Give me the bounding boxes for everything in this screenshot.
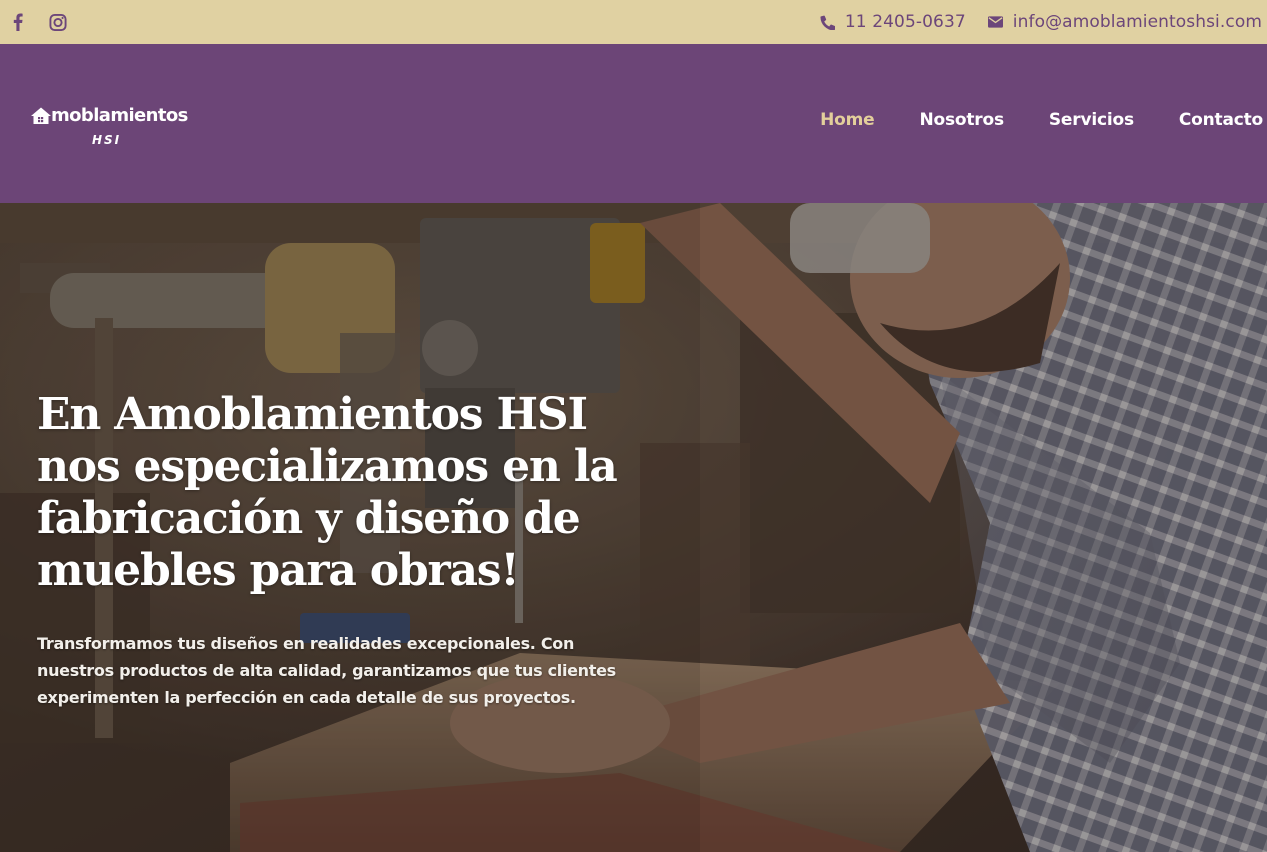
hero-section: En Amoblamientos HSI nos especializamos … — [0, 203, 1267, 852]
nav-item-nosotros[interactable]: Nosotros — [919, 110, 1004, 130]
nav-item-contacto[interactable]: Contacto — [1179, 110, 1263, 130]
facebook-icon[interactable] — [9, 12, 27, 32]
site-header: moblamientos HSI Home Nosotros Servicios… — [0, 44, 1267, 203]
phone-icon — [820, 14, 836, 30]
envelope-icon — [988, 14, 1004, 30]
instagram-icon[interactable] — [49, 12, 67, 32]
top-bar: 11 2405-0637 info@amoblamientoshsi.com — [0, 0, 1267, 44]
hero-content: En Amoblamientos HSI nos especializamos … — [37, 389, 647, 711]
social-links — [9, 12, 67, 32]
hero-description: Transformamos tus diseños en realidades … — [37, 634, 616, 707]
main-nav: Home Nosotros Servicios Contacto — [820, 110, 1263, 130]
site-logo[interactable]: moblamientos HSI — [30, 106, 188, 150]
nav-item-home[interactable]: Home — [820, 110, 875, 130]
email-address: info@amoblamientoshsi.com — [1012, 12, 1262, 32]
phone-number: 11 2405-0637 — [844, 12, 966, 32]
email-contact[interactable]: info@amoblamientoshsi.com — [988, 12, 1262, 32]
hero-title: En Amoblamientos HSI nos especializamos … — [37, 389, 618, 596]
logo-wordmark: moblamientos — [30, 106, 188, 126]
nav-item-servicios[interactable]: Servicios — [1049, 110, 1134, 130]
house-icon — [31, 107, 51, 124]
contact-info: 11 2405-0637 info@amoblamientoshsi.com — [820, 12, 1262, 32]
logo-subtext: HSI — [92, 133, 122, 147]
phone-contact[interactable]: 11 2405-0637 — [820, 12, 966, 32]
logo-text: moblamientos — [51, 105, 188, 126]
